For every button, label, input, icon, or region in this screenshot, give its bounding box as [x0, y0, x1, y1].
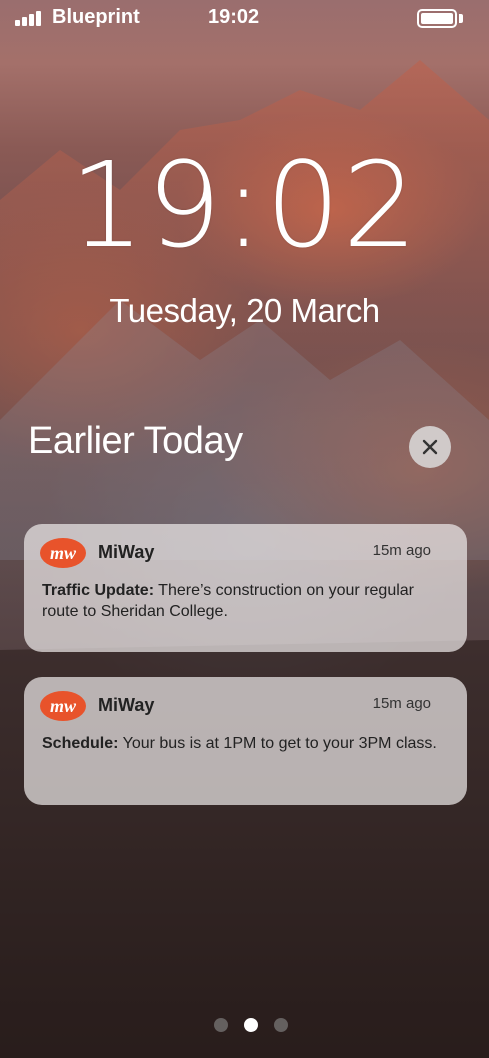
battery-icon — [417, 9, 457, 28]
page-dot[interactable] — [274, 1018, 288, 1032]
clear-notifications-button[interactable] — [409, 426, 451, 468]
lock-screen-time: 19:02 — [69, 136, 420, 274]
notification-title: Traffic Update: — [42, 582, 155, 599]
miway-logo-icon: mw — [40, 538, 86, 568]
close-icon — [422, 439, 438, 455]
battery-tip — [459, 14, 463, 23]
notification-title: Schedule: — [42, 735, 119, 752]
page-indicator[interactable] — [214, 1018, 288, 1032]
svg-text:mw: mw — [50, 543, 77, 563]
notification-card[interactable]: mw MiWay 15m ago Schedule: Your bus is a… — [24, 677, 467, 805]
notification-section-title: Earlier Today — [28, 420, 243, 462]
notification-body: Traffic Update: There’s construction on … — [42, 580, 454, 622]
lock-screen-date: Tuesday, 20 March — [109, 292, 380, 329]
notification-message: Your bus is at 1PM to get to your 3PM cl… — [118, 735, 437, 752]
notification-app-name: MiWay — [98, 695, 155, 715]
page-dot[interactable] — [214, 1018, 228, 1032]
status-time: 19:02 — [208, 6, 260, 28]
notification-card[interactable]: mw MiWay 15m ago Traffic Update: There’s… — [24, 524, 467, 652]
signal-icon — [15, 10, 45, 26]
notification-body: Schedule: Your bus is at 1PM to get to y… — [42, 733, 454, 754]
notification-time: 15m ago — [372, 695, 431, 712]
miway-logo-icon: mw — [40, 691, 86, 721]
status-bar: Blueprint 19:02 — [0, 0, 489, 36]
carrier-name: Blueprint — [52, 6, 140, 28]
page-dot-active[interactable] — [244, 1018, 258, 1032]
svg-text:mw: mw — [50, 696, 77, 716]
notification-app-name: MiWay — [98, 542, 155, 562]
notification-time: 15m ago — [372, 542, 431, 559]
